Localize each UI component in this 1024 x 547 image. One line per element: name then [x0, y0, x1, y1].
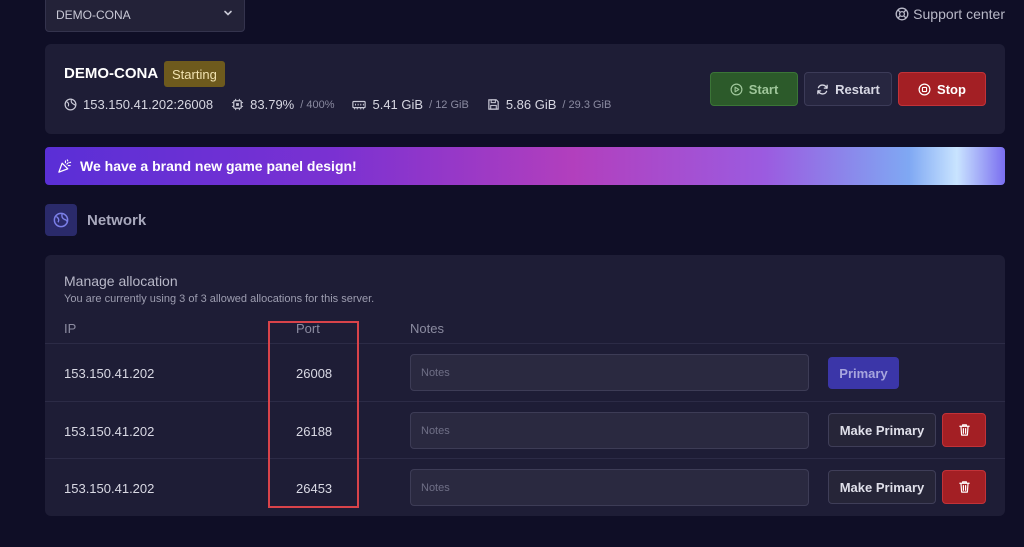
cpu-limit: / 400% [300, 98, 335, 111]
server-select-value: DEMO-CONA [56, 7, 131, 22]
row-ip: 153.150.41.202 [64, 424, 155, 439]
row-ip: 153.150.41.202 [64, 366, 155, 381]
globe-icon [53, 212, 69, 228]
stat-memory: 5.41 GiB / 12 GiB [352, 97, 469, 112]
stat-address: 153.150.41.202:26008 [64, 97, 213, 112]
column-header-port: Port [296, 321, 320, 336]
notes-input[interactable] [410, 412, 809, 449]
stat-disk: 5.86 GiB / 29.3 GiB [487, 97, 612, 112]
allocation-subtitle: You are currently using 3 of 3 allowed a… [64, 293, 375, 305]
server-status-card: DEMO-CONA Starting 153.150.41.202:26008 … [45, 44, 1005, 134]
disk-icon [487, 98, 500, 111]
start-button[interactable]: Start [710, 72, 798, 106]
make-primary-button[interactable]: Make Primary [828, 413, 936, 447]
disk-limit: / 29.3 GiB [562, 98, 612, 111]
table-row: 153.150.41.202 26188 Make Primary [45, 401, 1005, 459]
server-select[interactable]: DEMO-CONA [45, 0, 245, 32]
server-name: DEMO-CONA [64, 65, 159, 82]
globe-icon [64, 98, 77, 111]
row-port: 26008 [296, 366, 333, 381]
row-ip: 153.150.41.202 [64, 481, 155, 496]
delete-allocation-button[interactable] [942, 413, 986, 447]
restart-label: Restart [835, 81, 880, 97]
table-row: 153.150.41.202 26008 Primary [45, 343, 1005, 401]
stop-icon [918, 83, 931, 96]
stop-label: Stop [937, 81, 966, 97]
table-row: 153.150.41.202 26453 Make Primary [45, 458, 1005, 516]
memory-limit: / 12 GiB [429, 98, 469, 111]
network-icon-box [45, 204, 77, 236]
trash-icon [958, 480, 971, 494]
restart-button[interactable]: Restart [804, 72, 892, 106]
row-port: 26453 [296, 481, 333, 496]
column-header-ip: IP [64, 321, 77, 336]
lifebuoy-icon [895, 7, 909, 21]
banner-text: We have a brand new game panel design! [80, 158, 357, 174]
party-popper-icon [57, 158, 72, 174]
server-address: 153.150.41.202:26008 [83, 97, 214, 112]
allocation-title: Manage allocation [64, 273, 178, 289]
memory-icon [352, 99, 367, 111]
stat-cpu: 83.79% / 400% [231, 97, 334, 112]
section-title: Network [87, 211, 147, 229]
notes-input[interactable] [410, 469, 809, 506]
disk-used: 5.86 GiB [505, 97, 557, 112]
power-controls: Start Restart Stop [710, 72, 986, 106]
status-badge: Starting [164, 61, 225, 87]
support-center-label: Support center [913, 6, 1005, 22]
cpu-icon [231, 98, 244, 111]
play-icon [730, 83, 743, 96]
network-section-header: Network [45, 204, 146, 236]
support-center-link[interactable]: Support center [895, 6, 1005, 22]
trash-icon [958, 423, 971, 437]
chevron-down-icon [222, 7, 234, 19]
announcement-banner[interactable]: We have a brand new game panel design! [45, 147, 1005, 185]
refresh-icon [816, 83, 829, 96]
column-header-notes: Notes [410, 321, 444, 336]
memory-used: 5.41 GiB [372, 97, 424, 112]
cpu-used: 83.79% [250, 97, 295, 112]
notes-input[interactable] [410, 354, 809, 391]
allocation-card: Manage allocation You are currently usin… [45, 255, 1005, 516]
start-label: Start [748, 81, 779, 97]
stop-button[interactable]: Stop [898, 72, 986, 106]
delete-allocation-button[interactable] [942, 470, 986, 504]
primary-badge-button[interactable]: Primary [828, 357, 899, 389]
make-primary-button[interactable]: Make Primary [828, 470, 936, 504]
server-stats: 153.150.41.202:26008 83.79% / 400% 5.41 … [64, 97, 611, 112]
row-port: 26188 [296, 424, 333, 439]
